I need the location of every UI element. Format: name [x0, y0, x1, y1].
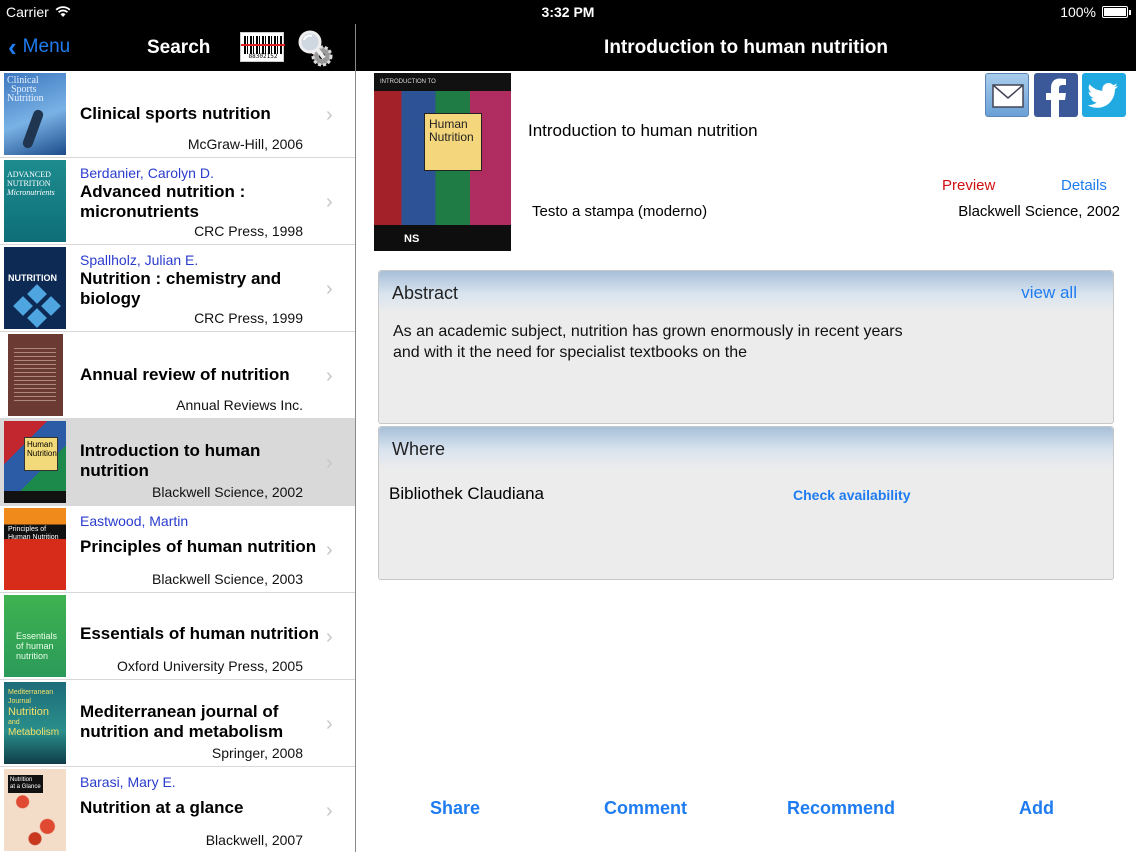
preview-link[interactable]: Preview — [942, 177, 995, 194]
book-cover-thumbnail: ADVANCED NUTRITION Micronutrients — [4, 160, 66, 242]
twitter-icon — [1087, 83, 1118, 108]
clock: 3:32 PM — [541, 4, 595, 20]
battery-percent: 100% — [1060, 4, 1096, 20]
check-availability-link[interactable]: Check availability — [793, 487, 911, 503]
list-item[interactable]: Nutrition at a Glance Barasi, Mary E. Nu… — [0, 767, 355, 852]
abstract-text: As an academic subject, nutrition has gr… — [393, 323, 903, 361]
chevron-left-icon: ‹ — [8, 32, 17, 62]
where-heading: Where — [392, 439, 446, 459]
format-label: Testo a stampa (moderno) — [532, 203, 708, 220]
search-title: Search — [147, 37, 211, 58]
barcode-scan-icon[interactable]: 88302152 — [240, 32, 285, 62]
detail-nav-bar: Introduction to human nutrition — [356, 24, 1136, 71]
detail-title: Introduction to human nutrition — [528, 121, 758, 140]
results-list: Clinical Sports Nutrition Clinical sport… — [0, 71, 355, 852]
book-cover-thumbnail: Principles of Human Nutrition — [4, 508, 66, 590]
chevron-right-icon: › — [326, 539, 333, 561]
list-item-title: Introduction to human nutrition — [80, 441, 261, 480]
list-item-title: Essentials of human nutrition — [80, 624, 319, 643]
facebook-icon — [1046, 78, 1066, 117]
list-item-title: Nutrition at a glance — [80, 798, 244, 817]
recommend-button[interactable]: Recommend — [787, 798, 895, 819]
details-link[interactable]: Details — [1061, 177, 1107, 194]
chevron-right-icon: › — [326, 800, 333, 822]
search-nav-bar: ‹ Menu Search 88302152 — [0, 24, 355, 71]
abstract-heading: Abstract — [392, 283, 459, 303]
menu-label: Menu — [22, 36, 71, 57]
list-item[interactable]: Mediterranean Journal Nutrition and Meta… — [0, 680, 355, 767]
envelope-icon — [992, 84, 1024, 108]
list-item[interactable]: Principles of Human Nutrition Eastwood, … — [0, 506, 355, 593]
library-name: Bibliothek Claudiana — [389, 484, 544, 503]
share-button[interactable]: Share — [430, 798, 480, 819]
list-item[interactable]: ADVANCED NUTRITION Micronutrients Berdan… — [0, 158, 355, 245]
chevron-right-icon: › — [326, 626, 333, 648]
cover-publisher-mark: NS — [404, 233, 420, 245]
chevron-right-icon: › — [326, 713, 333, 735]
book-cover-thumbnail: Mediterranean Journal Nutrition and Meta… — [4, 682, 66, 764]
list-item-publisher: Blackwell Science, 2002 — [152, 484, 303, 500]
list-item-title: Advanced nutrition : micronutrients — [80, 182, 246, 221]
email-share-icon[interactable] — [985, 73, 1029, 117]
chevron-right-icon: › — [326, 191, 333, 213]
chevron-right-icon: › — [326, 365, 333, 387]
list-item-author: Berdanier, Carolyn D. — [80, 165, 214, 181]
list-item-publisher: Blackwell, 2007 — [205, 832, 303, 848]
list-item-title: Annual review of nutrition — [80, 365, 290, 384]
where-header: Where — [379, 427, 1113, 469]
list-item-title: Nutrition : chemistry and biology — [80, 269, 282, 308]
book-cover-thumbnail: Essentials of human nutrition — [4, 595, 66, 677]
where-panel: Where Bibliothek Claudiana Check availab… — [378, 426, 1114, 580]
list-item-publisher: Oxford University Press, 2005 — [117, 658, 303, 674]
book-cover-thumbnail: Human Nutrition — [4, 421, 66, 503]
view-all-link[interactable]: view all — [1021, 283, 1077, 303]
list-item-title: Mediterranean journal of nutrition and m… — [80, 702, 284, 741]
abstract-panel: Abstract view all As an academic subject… — [378, 270, 1114, 424]
list-item-selected[interactable]: Human Nutrition Introduction to human nu… — [0, 419, 355, 506]
list-item-author: Eastwood, Martin — [80, 513, 189, 529]
list-item-publisher: Annual Reviews Inc. — [176, 397, 303, 413]
book-cover-thumbnail — [8, 334, 63, 416]
list-item-publisher: CRC Press, 1998 — [194, 223, 303, 239]
list-item[interactable]: NUTRITION Spallholz, Julian E. Nutrition… — [0, 245, 355, 332]
chevron-right-icon: › — [326, 104, 333, 126]
facebook-share-icon[interactable] — [1034, 73, 1078, 117]
list-item-title: Principles of human nutrition — [80, 537, 317, 556]
comment-button[interactable]: Comment — [604, 798, 687, 819]
list-item-publisher: Springer, 2008 — [211, 745, 303, 761]
list-item-author: Barasi, Mary E. — [80, 774, 176, 790]
status-bar: Carrier 3:32 PM 100% — [0, 0, 1136, 24]
list-item[interactable]: Clinical Sports Nutrition Clinical sport… — [0, 71, 355, 158]
twitter-share-icon[interactable] — [1082, 73, 1126, 117]
list-item-title: Clinical sports nutrition — [80, 104, 271, 123]
add-button[interactable]: Add — [1019, 798, 1054, 819]
cover-title-line2: Nutrition — [429, 130, 474, 144]
book-cover-thumbnail: NUTRITION — [4, 247, 66, 329]
list-item-publisher: McGraw-Hill, 2006 — [187, 136, 303, 152]
list-item[interactable]: Annual review of nutrition Annual Review… — [0, 332, 355, 419]
battery-icon — [1102, 6, 1131, 18]
menu-back-button[interactable]: ‹ Menu — [8, 32, 71, 62]
list-item[interactable]: Essentials of human nutrition Essentials… — [0, 593, 355, 680]
cover-series: INTRODUCTION TO — [374, 73, 511, 91]
book-cover-image: INTRODUCTION TO Human Nutrition NS — [374, 73, 511, 251]
list-item-author: Spallholz, Julian E. — [80, 252, 199, 268]
list-item-publisher: CRC Press, 1999 — [194, 310, 303, 326]
book-cover-thumbnail: Nutrition at a Glance — [4, 769, 66, 851]
search-settings-icon[interactable] — [294, 28, 336, 68]
detail-publisher: Blackwell Science, 2002 — [958, 203, 1120, 220]
detail-nav-title: Introduction to human nutrition — [604, 37, 888, 58]
book-cover-thumbnail: Clinical Sports Nutrition — [4, 73, 66, 155]
chevron-right-icon: › — [326, 278, 333, 300]
barcode-number: 88302152 — [248, 53, 278, 60]
battery-indicator: 100% — [1060, 4, 1131, 20]
abstract-header: Abstract view all — [379, 271, 1113, 313]
list-item-publisher: Blackwell Science, 2003 — [152, 571, 303, 587]
chevron-right-icon: › — [326, 452, 333, 474]
split-divider — [355, 24, 356, 852]
